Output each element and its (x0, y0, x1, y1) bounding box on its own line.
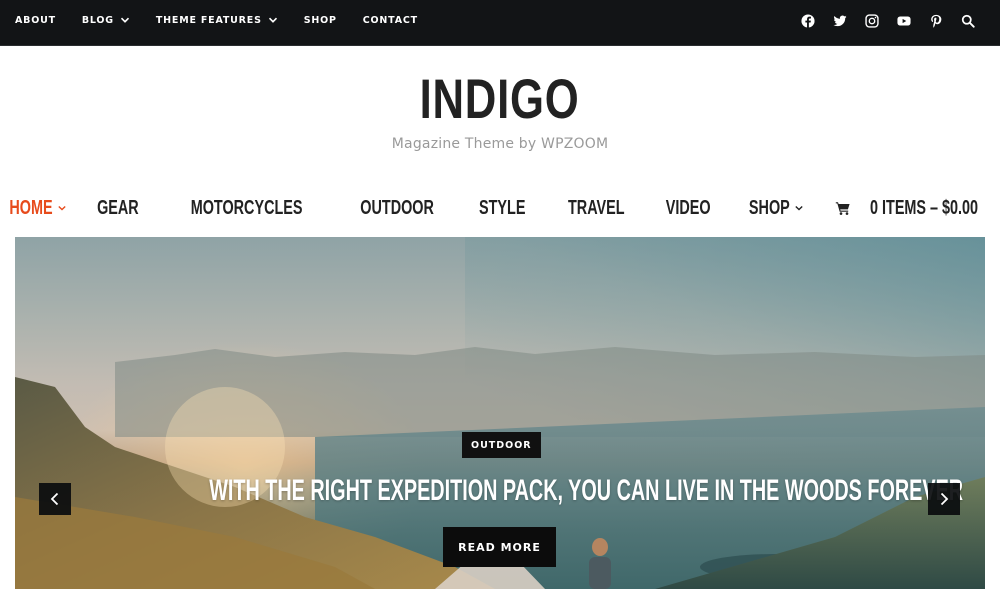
top-nav-label: SHOP (303, 14, 337, 26)
chevron-down-icon (58, 205, 66, 211)
main-nav-motorcycles[interactable]: MOTORCYCLES (169, 197, 324, 220)
chevron-down-icon (795, 205, 803, 211)
social-links (792, 0, 1000, 42)
cart-summary: 0 ITEMS – $0.00 (870, 196, 979, 219)
site-branding: INDIGO Magazine Theme by WPZOOM (0, 62, 1000, 152)
top-nav-contact[interactable]: CONTACT (363, 15, 418, 26)
top-nav-label: BLOG (81, 14, 114, 26)
category-badge[interactable]: OUTDOOR (462, 432, 541, 458)
main-nav-shop[interactable]: SHOP (741, 197, 804, 220)
top-nav-shop[interactable]: SHOP (304, 15, 337, 26)
main-nav-label: TRAVEL (567, 196, 625, 219)
cart-link[interactable]: 0 ITEMS – $0.00 (835, 197, 999, 220)
main-nav-label: SHOP (749, 196, 791, 219)
main-nav-label: VIDEO (665, 196, 711, 219)
main-nav-gear[interactable]: GEAR (89, 197, 147, 220)
site-title[interactable]: INDIGO (420, 62, 580, 136)
main-nav-label: STYLE (479, 196, 526, 219)
chevron-down-icon (268, 17, 277, 23)
main-nav-style[interactable]: STYLE (470, 197, 534, 220)
top-nav-label: ABOUT (15, 14, 56, 26)
featured-slider: OUTDOOR WITH THE RIGHT EXPEDITION PACK, … (15, 237, 985, 589)
main-nav-label: OUTDOOR (360, 196, 434, 219)
twitter-icon (833, 15, 847, 27)
top-nav-blog[interactable]: BLOG (82, 15, 130, 26)
site-tagline: Magazine Theme by WPZOOM (391, 136, 609, 152)
read-more-button[interactable]: READ MORE (443, 527, 556, 567)
top-navigation: ABOUT BLOG THEME FEATURES SHOP CONTACT (15, 0, 444, 40)
main-nav-home[interactable]: HOME (1, 197, 67, 220)
main-nav-outdoor[interactable]: OUTDOOR (346, 197, 448, 220)
youtube-icon (897, 16, 911, 26)
top-bar: ABOUT BLOG THEME FEATURES SHOP CONTACT (0, 0, 1000, 46)
top-nav-label: CONTACT (362, 14, 418, 26)
next-slide-button[interactable] (928, 483, 960, 515)
cart-icon (835, 202, 850, 215)
top-nav-theme-features[interactable]: THEME FEATURES (156, 15, 278, 26)
top-nav-label: THEME FEATURES (155, 14, 262, 26)
main-nav-label: GEAR (96, 196, 139, 219)
slide-title[interactable]: WITH THE RIGHT EXPEDITION PACK, YOU CAN … (15, 471, 985, 511)
main-nav-label: MOTORCYCLES (190, 196, 303, 219)
youtube-link[interactable] (888, 5, 920, 37)
main-nav-label: HOME (9, 196, 53, 219)
pinterest-link[interactable] (920, 5, 952, 37)
instagram-link[interactable] (856, 5, 888, 37)
search-button[interactable] (952, 5, 984, 37)
slide-title-text: WITH THE RIGHT EXPEDITION PACK, YOU CAN … (209, 474, 964, 507)
search-icon (961, 14, 975, 28)
facebook-link[interactable] (792, 5, 824, 37)
main-navigation: HOME GEAR MOTORCYCLES OUTDOOR STYLE TRAV… (0, 193, 1000, 223)
main-nav-travel[interactable]: TRAVEL (557, 197, 636, 220)
chevron-down-icon (120, 17, 129, 23)
facebook-icon (801, 14, 815, 28)
pinterest-icon (931, 14, 942, 28)
chevron-right-icon (940, 492, 949, 506)
instagram-icon (865, 14, 879, 28)
previous-slide-button[interactable] (39, 483, 71, 515)
twitter-link[interactable] (824, 5, 856, 37)
chevron-left-icon (50, 492, 59, 506)
top-nav-about[interactable]: ABOUT (15, 15, 56, 26)
main-nav-video[interactable]: VIDEO (657, 197, 719, 220)
